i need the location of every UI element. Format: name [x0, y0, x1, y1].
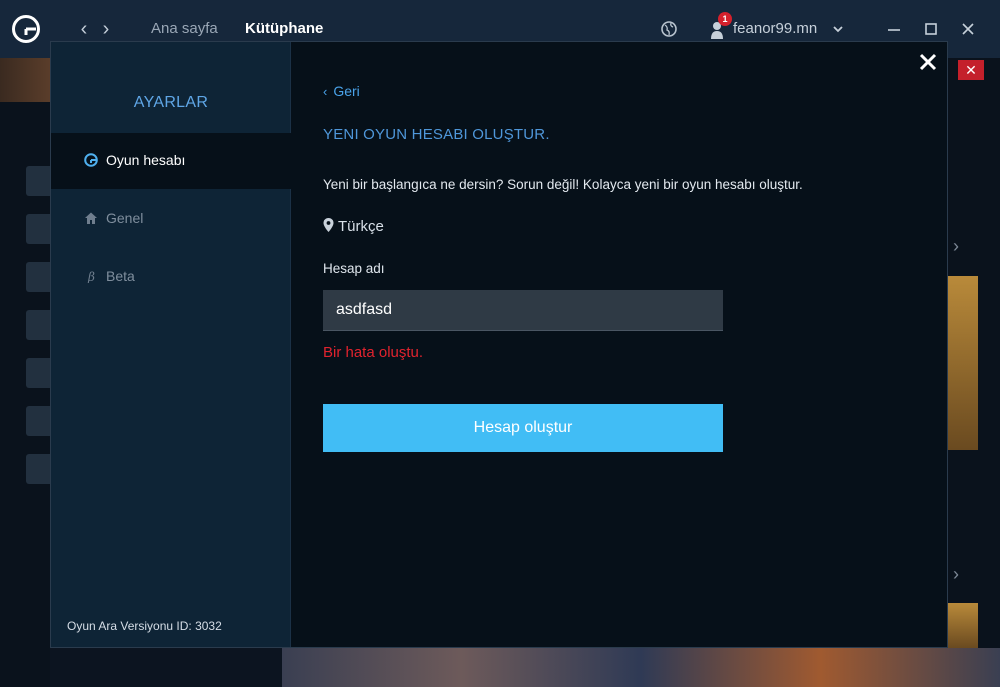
background-game-thumbnail — [26, 166, 50, 196]
create-account-button[interactable]: Hesap oluştur — [323, 404, 723, 452]
map-pin-icon — [323, 218, 334, 232]
forward-arrow-icon[interactable]: › — [97, 18, 115, 40]
sidebar-item-label: Genel — [106, 210, 144, 226]
nav-library-link[interactable]: Kütüphane — [245, 20, 323, 38]
back-arrow-icon[interactable]: ‹ — [75, 18, 93, 40]
sidebar-item-game-account[interactable]: Oyun hesabı — [51, 133, 291, 189]
beta-icon: β — [87, 270, 95, 283]
page-title: YENI OYUN HESABI OLUŞTUR. — [323, 126, 550, 143]
background-game-thumbnail — [26, 454, 50, 484]
region-indicator: Türkçe — [323, 218, 384, 235]
background-game-thumbnail — [26, 310, 50, 340]
sidebar-item-beta[interactable]: β Beta — [51, 249, 291, 305]
window-close-icon[interactable] — [957, 18, 979, 40]
background-chevron-right-icon: › — [953, 236, 959, 256]
settings-sidebar: AYARLAR Oyun hesabı Genel β Beta Oyun Ar… — [51, 42, 291, 647]
description-text: Yeni bir başlangıca ne dersin? Sorun değ… — [323, 177, 803, 192]
settings-content: ‹ Geri YENI OYUN HESABI OLUŞTUR. Yeni bir… — [291, 42, 947, 647]
notification-badge: 1 — [718, 12, 732, 26]
sidebar-item-label: Oyun hesabı — [106, 152, 186, 168]
gameloop-logo-icon[interactable] — [12, 15, 40, 43]
home-icon — [85, 212, 97, 224]
background-game-thumbnail — [26, 214, 50, 244]
background-game-card — [948, 603, 978, 648]
background-game-thumbnail — [26, 358, 50, 388]
version-label: Oyun Ara Versiyonu ID: — [67, 619, 192, 633]
background-game-thumbnail — [26, 406, 50, 436]
chevron-left-icon: ‹ — [323, 84, 328, 99]
sidebar-title: AYARLAR — [133, 94, 209, 111]
background-chevron-right-icon: › — [953, 564, 959, 584]
svg-text:β: β — [87, 270, 95, 283]
background-game-card — [948, 276, 978, 450]
sidebar-item-general[interactable]: Genel — [51, 191, 291, 247]
error-message: Bir hata oluştu. — [323, 344, 424, 361]
background-game-thumbnail — [26, 262, 50, 292]
globe-icon[interactable] — [661, 21, 677, 37]
region-label: Türkçe — [338, 218, 384, 235]
sidebar-item-label: Beta — [106, 268, 135, 284]
account-name-label: Hesap adı — [323, 261, 385, 276]
account-name-input[interactable] — [323, 290, 723, 331]
back-link-label: Geri — [333, 83, 360, 99]
gameloop-logo-icon — [84, 153, 98, 167]
version-id: 3032 — [195, 619, 222, 633]
back-link[interactable]: ‹ Geri — [323, 83, 360, 99]
background-close-icon: ✕ — [958, 60, 984, 80]
settings-dialog: AYARLAR Oyun hesabı Genel β Beta Oyun Ar… — [50, 41, 948, 648]
minimize-icon[interactable] — [883, 18, 905, 40]
chevron-down-icon — [833, 26, 843, 33]
background-game-banner — [282, 648, 1000, 687]
maximize-icon[interactable] — [920, 18, 942, 40]
version-info: Oyun Ara Versiyonu ID: 3032 — [67, 619, 222, 633]
username-label: feanor99.mn — [733, 20, 818, 37]
background-banner-image — [0, 58, 50, 102]
nav-home-link[interactable]: Ana sayfa — [151, 20, 218, 38]
